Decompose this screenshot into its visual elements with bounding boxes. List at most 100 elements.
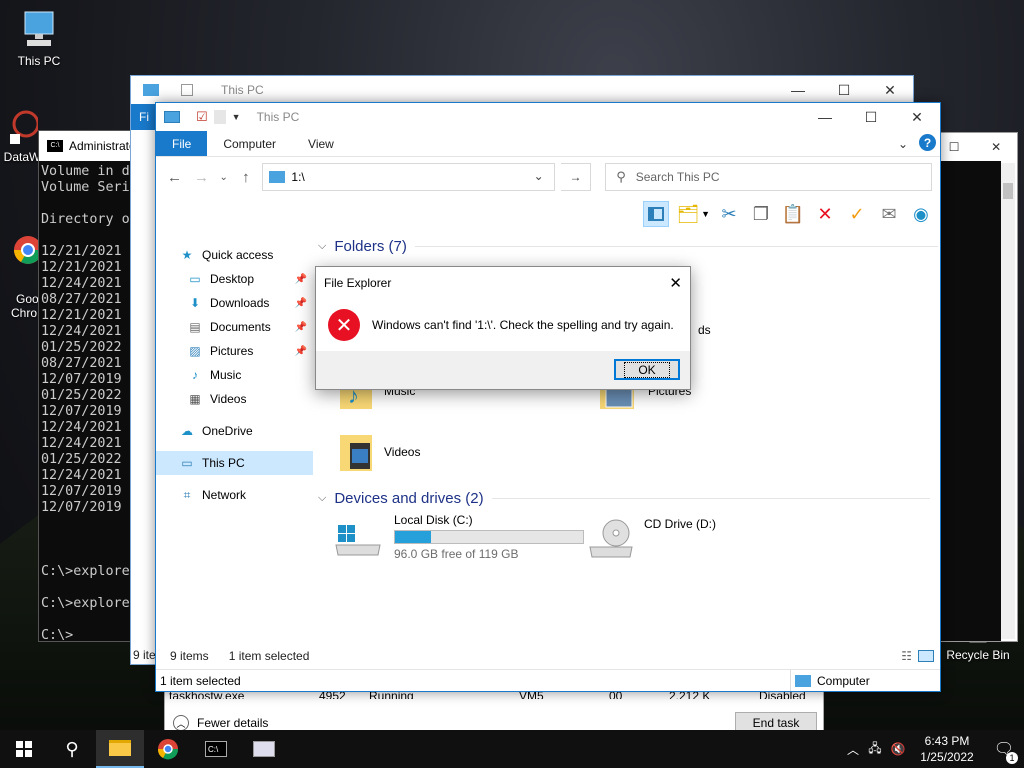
- tab-computer[interactable]: Computer: [207, 131, 292, 156]
- minimize-icon[interactable]: —: [775, 76, 821, 104]
- sidebar-item-downloads[interactable]: ⬇ Downloads 📌: [156, 291, 313, 315]
- email-icon[interactable]: ✉: [876, 201, 902, 227]
- file-explorer-window[interactable]: ☑ ▼ This PC — ☐ ✕ File Computer View ⌄ ?…: [155, 102, 941, 692]
- back-arrow-icon[interactable]: ←: [164, 166, 185, 188]
- folder-videos[interactable]: Videos: [338, 431, 420, 473]
- properties-icon[interactable]: 🗂: [675, 201, 701, 227]
- sidebar-item-label: Quick access: [202, 248, 274, 262]
- sidebar-item-desktop[interactable]: ▭ Desktop 📌: [156, 267, 313, 291]
- start-button[interactable]: [0, 730, 48, 768]
- close-icon[interactable]: ✕: [669, 274, 682, 292]
- search-button[interactable]: ⚲: [48, 730, 96, 768]
- network-icon[interactable]: 🖧: [864, 739, 886, 760]
- sidebar-item-quick-access[interactable]: ★ Quick access: [156, 243, 313, 267]
- sidebar-item-onedrive[interactable]: ☁ OneDrive: [156, 419, 313, 443]
- preview-pane-icon[interactable]: [643, 201, 670, 227]
- sidebar-item-documents[interactable]: ▤ Documents 📌: [156, 315, 313, 339]
- error-dialog[interactable]: File Explorer ✕ ✕ Windows can't find '1:…: [315, 266, 691, 390]
- minimize-icon[interactable]: —: [802, 103, 848, 131]
- maximize-icon[interactable]: ☐: [848, 103, 894, 131]
- sidebar-item-label: This PC: [202, 456, 245, 470]
- customize-quick-access-icon[interactable]: ▼: [232, 112, 241, 122]
- cmd-icon: C:\: [47, 140, 63, 152]
- globe-icon[interactable]: ◉: [908, 201, 934, 227]
- ok-button[interactable]: OK: [614, 359, 680, 380]
- scrollbar[interactable]: [1001, 163, 1015, 639]
- clock[interactable]: 6:43 PM 1/25/2022: [910, 733, 984, 765]
- folders-group-header[interactable]: ⌵ Folders (7): [318, 233, 938, 259]
- rename-check-icon[interactable]: ✓: [844, 201, 870, 227]
- details-view-icon[interactable]: ☷: [901, 649, 912, 663]
- scrollbar-thumb[interactable]: [1003, 183, 1013, 199]
- close-icon[interactable]: ✕: [867, 76, 913, 104]
- large-icons-view-icon[interactable]: [918, 650, 934, 662]
- sidebar-item-this-pc[interactable]: ▭ This PC: [156, 451, 313, 475]
- notification-count: 1: [1006, 752, 1018, 764]
- sidebar-item-music[interactable]: ♪ Music: [156, 363, 313, 387]
- cd-drive-icon: [589, 519, 633, 558]
- details-location: Computer: [790, 670, 940, 691]
- drive-c[interactable]: Local Disk (C:) 96.0 GB free of 119 GB: [334, 513, 584, 561]
- taskbar-chrome[interactable]: [144, 730, 192, 768]
- sidebar-item-pictures[interactable]: ▨ Pictures 📌: [156, 339, 313, 363]
- window-title: This PC: [256, 110, 300, 124]
- search-input[interactable]: ⚲ Search This PC: [605, 163, 932, 191]
- chrome-icon: [157, 739, 179, 760]
- drive-d[interactable]: CD Drive (D:): [588, 517, 716, 561]
- tab-view[interactable]: View: [292, 131, 350, 156]
- maximize-icon[interactable]: ☐: [821, 76, 867, 104]
- background-window[interactable]: ☐ ✕: [932, 132, 1018, 642]
- folder-icon: [109, 740, 131, 756]
- taskbar-file-explorer[interactable]: [96, 730, 144, 768]
- help-icon[interactable]: ?: [919, 134, 936, 151]
- folder-label: ds: [698, 323, 711, 337]
- tab-file[interactable]: Fi: [131, 104, 157, 130]
- close-icon[interactable]: ✕: [894, 103, 940, 131]
- taskbar-cmd[interactable]: C:\: [192, 730, 240, 768]
- properties-icon[interactable]: ☑: [196, 109, 208, 125]
- volume-muted-icon[interactable]: 🔇: [886, 742, 910, 756]
- sidebar-item-videos[interactable]: ▦ Videos: [156, 387, 313, 411]
- dialog-title-bar[interactable]: File Explorer ✕: [316, 267, 690, 299]
- desktop-icon-label: DataW: [3, 150, 41, 164]
- dropdown-icon[interactable]: ▼: [701, 209, 710, 219]
- cut-icon[interactable]: ✂: [716, 201, 742, 227]
- address-input[interactable]: 1:\: [291, 170, 304, 184]
- paste-icon[interactable]: 📋: [780, 201, 806, 227]
- copy-icon[interactable]: ❐: [748, 201, 774, 227]
- chevron-up-icon[interactable]: ︿: [842, 741, 864, 758]
- computer-icon: [269, 171, 286, 183]
- desktop-icon-this-pc[interactable]: This PC: [4, 10, 74, 68]
- details-location-label: Computer: [817, 673, 870, 688]
- new-folder-icon[interactable]: [213, 110, 226, 124]
- fewer-details-link[interactable]: ︿ Fewer details: [173, 715, 268, 731]
- chrome-icon: [14, 236, 42, 264]
- sidebar-item-label: Downloads: [210, 296, 270, 310]
- folder-downloads[interactable]: ds: [698, 323, 711, 337]
- drives-header-label: Devices and drives (2): [334, 489, 484, 507]
- delete-icon[interactable]: ✕: [812, 201, 838, 227]
- clock-time: 6:43 PM: [924, 734, 970, 748]
- drives-group-header[interactable]: ⌵ Devices and drives (2): [318, 485, 930, 511]
- error-icon: ✕: [328, 309, 360, 341]
- recent-locations-icon[interactable]: ⌄: [218, 166, 229, 188]
- tab-file[interactable]: File: [156, 131, 208, 156]
- expand-ribbon-icon[interactable]: ⌄: [898, 137, 908, 151]
- notification-center-button[interactable]: 🗨 1: [984, 730, 1024, 768]
- taskbar: ⚲ C:\ ︿ 🖧 🔇 6:43 PM 1/25/2022 🗨 1: [0, 730, 1024, 768]
- computer-icon: [24, 11, 54, 46]
- divider: [491, 497, 930, 499]
- sidebar-item-network[interactable]: ⌗ Network: [156, 483, 313, 507]
- close-icon[interactable]: ✕: [991, 140, 1001, 154]
- address-dropdown-icon[interactable]: ⌄: [534, 169, 544, 183]
- up-arrow-icon[interactable]: ↑: [235, 166, 256, 188]
- pin-icon: 📌: [294, 297, 307, 309]
- desktop-icon-label: Goo Chro: [10, 292, 39, 320]
- star-icon: ★: [181, 248, 193, 262]
- address-bar[interactable]: 1:\ ⌄: [262, 163, 555, 191]
- picture-icon: ▨: [189, 344, 201, 358]
- forward-arrow-icon[interactable]: →: [191, 166, 212, 188]
- taskbar-task-manager[interactable]: [240, 730, 288, 768]
- go-arrow-icon[interactable]: →: [560, 163, 592, 191]
- maximize-icon[interactable]: ☐: [949, 140, 960, 154]
